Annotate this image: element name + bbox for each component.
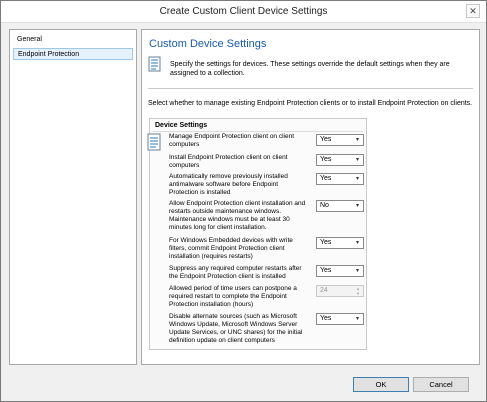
manage-client-dropdown[interactable]: Yes ▾	[316, 134, 364, 146]
setting-label-suppress-restarts: Suppress any required computer restarts …	[169, 265, 302, 280]
windows-embedded-dropdown[interactable]: Yes ▾	[316, 237, 364, 249]
content-pane: Custom Device Settings Specify the setti…	[141, 29, 480, 365]
chevron-down-icon: ▾	[355, 157, 359, 163]
dialog-window: Create Custom Client Device Settings ✕ G…	[0, 0, 487, 402]
intro-text: Specify the settings for devices. These …	[170, 61, 450, 77]
chevron-down-icon: ▾	[355, 176, 359, 182]
dropdown-value: No	[320, 202, 329, 209]
ok-button[interactable]: OK	[353, 377, 409, 392]
page-title: Custom Device Settings	[149, 38, 267, 50]
setting-label-postpone-restart: Allowed period of time users can postpon…	[169, 285, 297, 308]
checklist-icon	[147, 133, 161, 151]
spin-down-icon: ▼	[356, 291, 360, 296]
chevron-down-icon: ▾	[355, 268, 359, 274]
setting-label-install-client: Install Endpoint Protection client on cl…	[169, 154, 288, 169]
dropdown-value: Yes	[320, 315, 332, 322]
checklist-icon	[148, 56, 161, 72]
postpone-hours-stepper[interactable]: 24 ▲ ▼	[316, 285, 364, 297]
divider	[148, 88, 473, 89]
stepper-value: 24	[320, 287, 328, 294]
close-button[interactable]: ✕	[466, 4, 480, 18]
disable-alternate-sources-dropdown[interactable]: Yes ▾	[316, 313, 364, 325]
dropdown-value: Yes	[320, 267, 332, 274]
nav-pane: General Endpoint Protection	[9, 29, 137, 365]
setting-label-disable-alternate-sources: Disable alternate sources (such as Micro…	[169, 313, 303, 344]
remove-antimalware-dropdown[interactable]: Yes ▾	[316, 173, 364, 185]
setting-label-remove-antimalware: Automatically remove previously installe…	[169, 173, 288, 196]
window-title: Create Custom Client Device Settings	[159, 6, 328, 17]
allow-outside-maintenance-dropdown[interactable]: No ▾	[316, 200, 364, 212]
chevron-down-icon: ▾	[355, 137, 359, 143]
group-title: Device Settings	[155, 122, 208, 129]
nav-item-general[interactable]: General	[13, 34, 133, 46]
setting-label-manage-client: Manage Endpoint Protection client on cli…	[169, 133, 295, 148]
cancel-button[interactable]: Cancel	[413, 377, 469, 392]
description-text: Select whether to manage existing Endpoi…	[148, 100, 473, 107]
setting-label-windows-embedded: For Windows Embedded devices with write …	[169, 237, 293, 260]
install-client-dropdown[interactable]: Yes ▾	[316, 154, 364, 166]
nav-item-endpoint-protection[interactable]: Endpoint Protection	[13, 48, 133, 60]
dropdown-value: Yes	[320, 156, 332, 163]
spin-buttons[interactable]: ▲ ▼	[354, 286, 362, 296]
dropdown-value: Yes	[320, 136, 332, 143]
dropdown-value: Yes	[320, 175, 332, 182]
chevron-down-icon: ▾	[355, 203, 359, 209]
setting-label-allow-outside-maintenance: Allow Endpoint Protection client install…	[169, 200, 306, 231]
title-bar: Create Custom Client Device Settings ✕	[1, 1, 486, 23]
group-divider	[153, 131, 363, 132]
suppress-restarts-dropdown[interactable]: Yes ▾	[316, 265, 364, 277]
dropdown-value: Yes	[320, 239, 332, 246]
chevron-down-icon: ▾	[355, 240, 359, 246]
chevron-down-icon: ▾	[355, 316, 359, 322]
